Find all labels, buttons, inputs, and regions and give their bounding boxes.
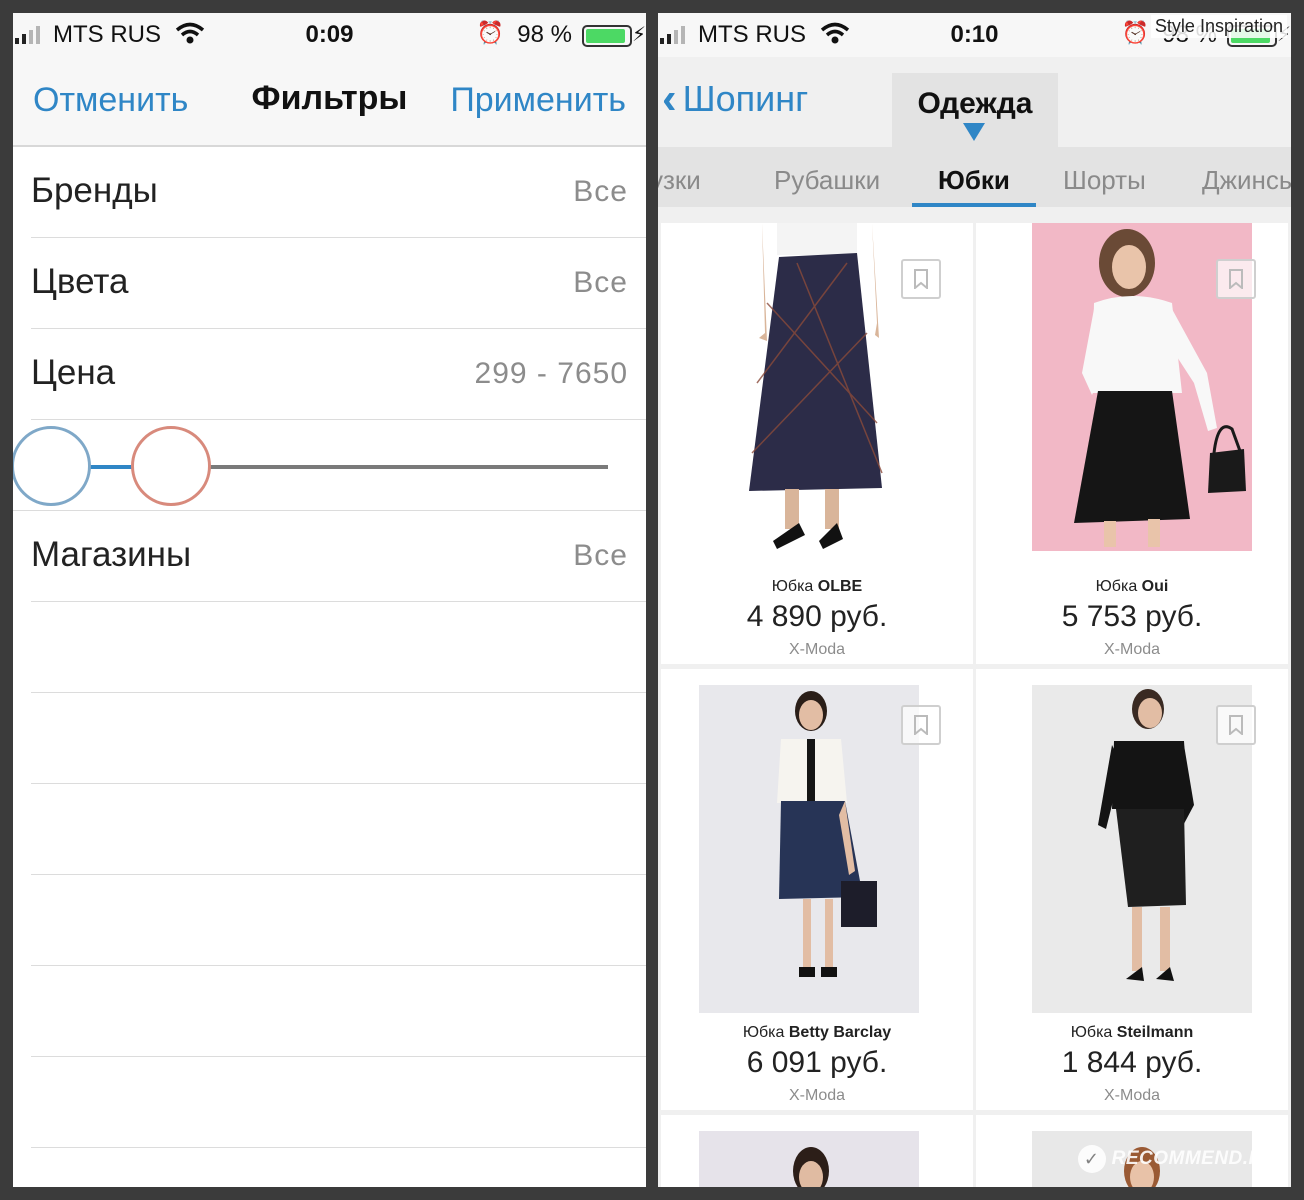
empty-row	[31, 875, 646, 966]
product-name: Юбка OLBE	[661, 578, 973, 596]
slider-max-handle[interactable]	[131, 426, 211, 506]
category-label: Одежда	[917, 87, 1033, 120]
bookmark-icon[interactable]	[901, 705, 941, 745]
subtab-shorts[interactable]: Шорты	[1063, 165, 1146, 196]
product-shop: X-Moda	[1103, 1087, 1161, 1104]
subtab-shirts[interactable]: Рубашки	[774, 165, 880, 196]
product-shop: X-Moda	[788, 1087, 846, 1104]
status-bar: MTS RUS 0:09 ⏰ 98 % ⚡	[13, 13, 646, 57]
subtab-blouses[interactable]: узки	[658, 165, 701, 196]
product-card[interactable]: Юбка Steilmann 1 844 руб. X-Moda	[976, 669, 1288, 1110]
shopping-screen: MTS RUS 0:10 ⏰ 98 % ⚡ ‹ Шопинг Одежда уз…	[658, 13, 1291, 1187]
product-type: Юбка	[1070, 1024, 1113, 1041]
filter-row-price[interactable]: Цена 299 - 7650	[31, 329, 646, 420]
back-label: Шопинг	[682, 78, 809, 119]
filter-label: Цвета	[31, 262, 129, 301]
filter-value: Все	[573, 539, 628, 572]
product-card[interactable]: Юбка Betty Barclay 6 091 руб. X-Moda	[661, 669, 973, 1110]
product-brand: Betty Barclay	[788, 1024, 892, 1041]
product-brand: Oui	[1141, 578, 1169, 595]
back-button[interactable]: ‹ Шопинг	[662, 77, 808, 121]
product-photo	[699, 685, 919, 1013]
product-type: Юбка	[1095, 578, 1138, 595]
empty-row	[31, 966, 646, 1057]
empty-row	[31, 602, 646, 693]
product-card-partial[interactable]	[661, 1115, 973, 1187]
product-type: Юбка	[742, 1024, 785, 1041]
filter-label: Бренды	[31, 171, 158, 210]
alarm-icon: ⏰	[1121, 20, 1149, 45]
product-photo	[699, 1131, 919, 1187]
price-range-slider[interactable]	[13, 420, 646, 511]
bookmark-icon[interactable]	[901, 259, 941, 299]
filter-value: Все	[573, 175, 628, 208]
slider-min-handle[interactable]	[13, 426, 91, 506]
product-price: 1 844 руб.	[1061, 1046, 1203, 1079]
product-grid: Юбка OLBE 4 890 руб. X-Moda Юбка Oui 5 7…	[658, 207, 1291, 1187]
empty-row	[31, 784, 646, 875]
category-tab-clothing[interactable]: Одежда	[892, 73, 1058, 147]
caret-down-icon	[963, 123, 985, 141]
battery-icon	[582, 25, 632, 47]
nav-bar: ‹ Шопинг Одежда узки Рубашки Юбки Шорты …	[658, 57, 1291, 207]
filter-label: Магазины	[31, 535, 192, 574]
filter-value: Все	[573, 266, 628, 299]
nav-bar: Отменить Фильтры Применить	[13, 57, 646, 147]
filters-screen: MTS RUS 0:09 ⏰ 98 % ⚡ Отменить Фильтры П…	[13, 13, 646, 1187]
filter-row-colors[interactable]: Цвета Все	[31, 238, 646, 329]
alarm-icon: ⏰	[476, 20, 504, 45]
apply-button[interactable]: Применить	[450, 81, 626, 120]
subcategory-tabs: узки Рубашки Юбки Шорты Джинсы	[658, 147, 1291, 207]
filter-row-stores[interactable]: Магазины Все	[31, 511, 646, 602]
watermark-recommend: ✓ RECOMMEND.RU	[1077, 1145, 1277, 1173]
product-brand: OLBE	[817, 578, 863, 595]
product-name: Юбка Steilmann	[976, 1024, 1288, 1042]
product-name: Юбка Betty Barclay	[661, 1024, 973, 1042]
watermark-text: RECOMMEND.RU	[1111, 1148, 1277, 1169]
empty-row	[31, 1057, 646, 1148]
product-name: Юбка Oui	[976, 578, 1288, 596]
chevron-left-icon: ‹	[662, 74, 677, 123]
watermark-style-inspiration: Style Inspiration	[1150, 15, 1287, 38]
product-card[interactable]: Юбка OLBE 4 890 руб. X-Moda	[661, 223, 973, 664]
product-type: Юбка	[771, 578, 814, 595]
product-price: 5 753 руб.	[1061, 600, 1203, 633]
product-price: 6 091 руб.	[746, 1046, 888, 1079]
product-shop: X-Moda	[1103, 641, 1161, 658]
product-shop: X-Moda	[788, 641, 846, 658]
recommend-logo-icon: ✓	[1077, 1145, 1106, 1173]
product-brand: Steilmann	[1116, 1024, 1194, 1041]
subtab-skirts[interactable]: Юбки	[938, 165, 1010, 196]
bookmark-icon[interactable]	[1216, 259, 1256, 299]
bookmark-icon[interactable]	[1216, 705, 1256, 745]
charging-icon: ⚡	[631, 24, 646, 46]
empty-row	[31, 693, 646, 784]
page-title-text: Фильтры	[251, 79, 408, 117]
product-price: 4 890 руб.	[746, 600, 888, 633]
filter-label: Цена	[31, 353, 116, 392]
battery-percent: 98 %	[517, 21, 572, 48]
product-card[interactable]: Юбка Oui 5 753 руб. X-Moda	[976, 223, 1288, 664]
filter-value: 299 - 7650	[474, 357, 628, 390]
subtab-jeans[interactable]: Джинсы	[1202, 165, 1291, 196]
filter-row-brands[interactable]: Бренды Все	[31, 147, 646, 238]
product-photo	[707, 223, 927, 551]
filter-list: Бренды Все Цвета Все Цена 299 - 7650 Маг…	[13, 147, 646, 1187]
